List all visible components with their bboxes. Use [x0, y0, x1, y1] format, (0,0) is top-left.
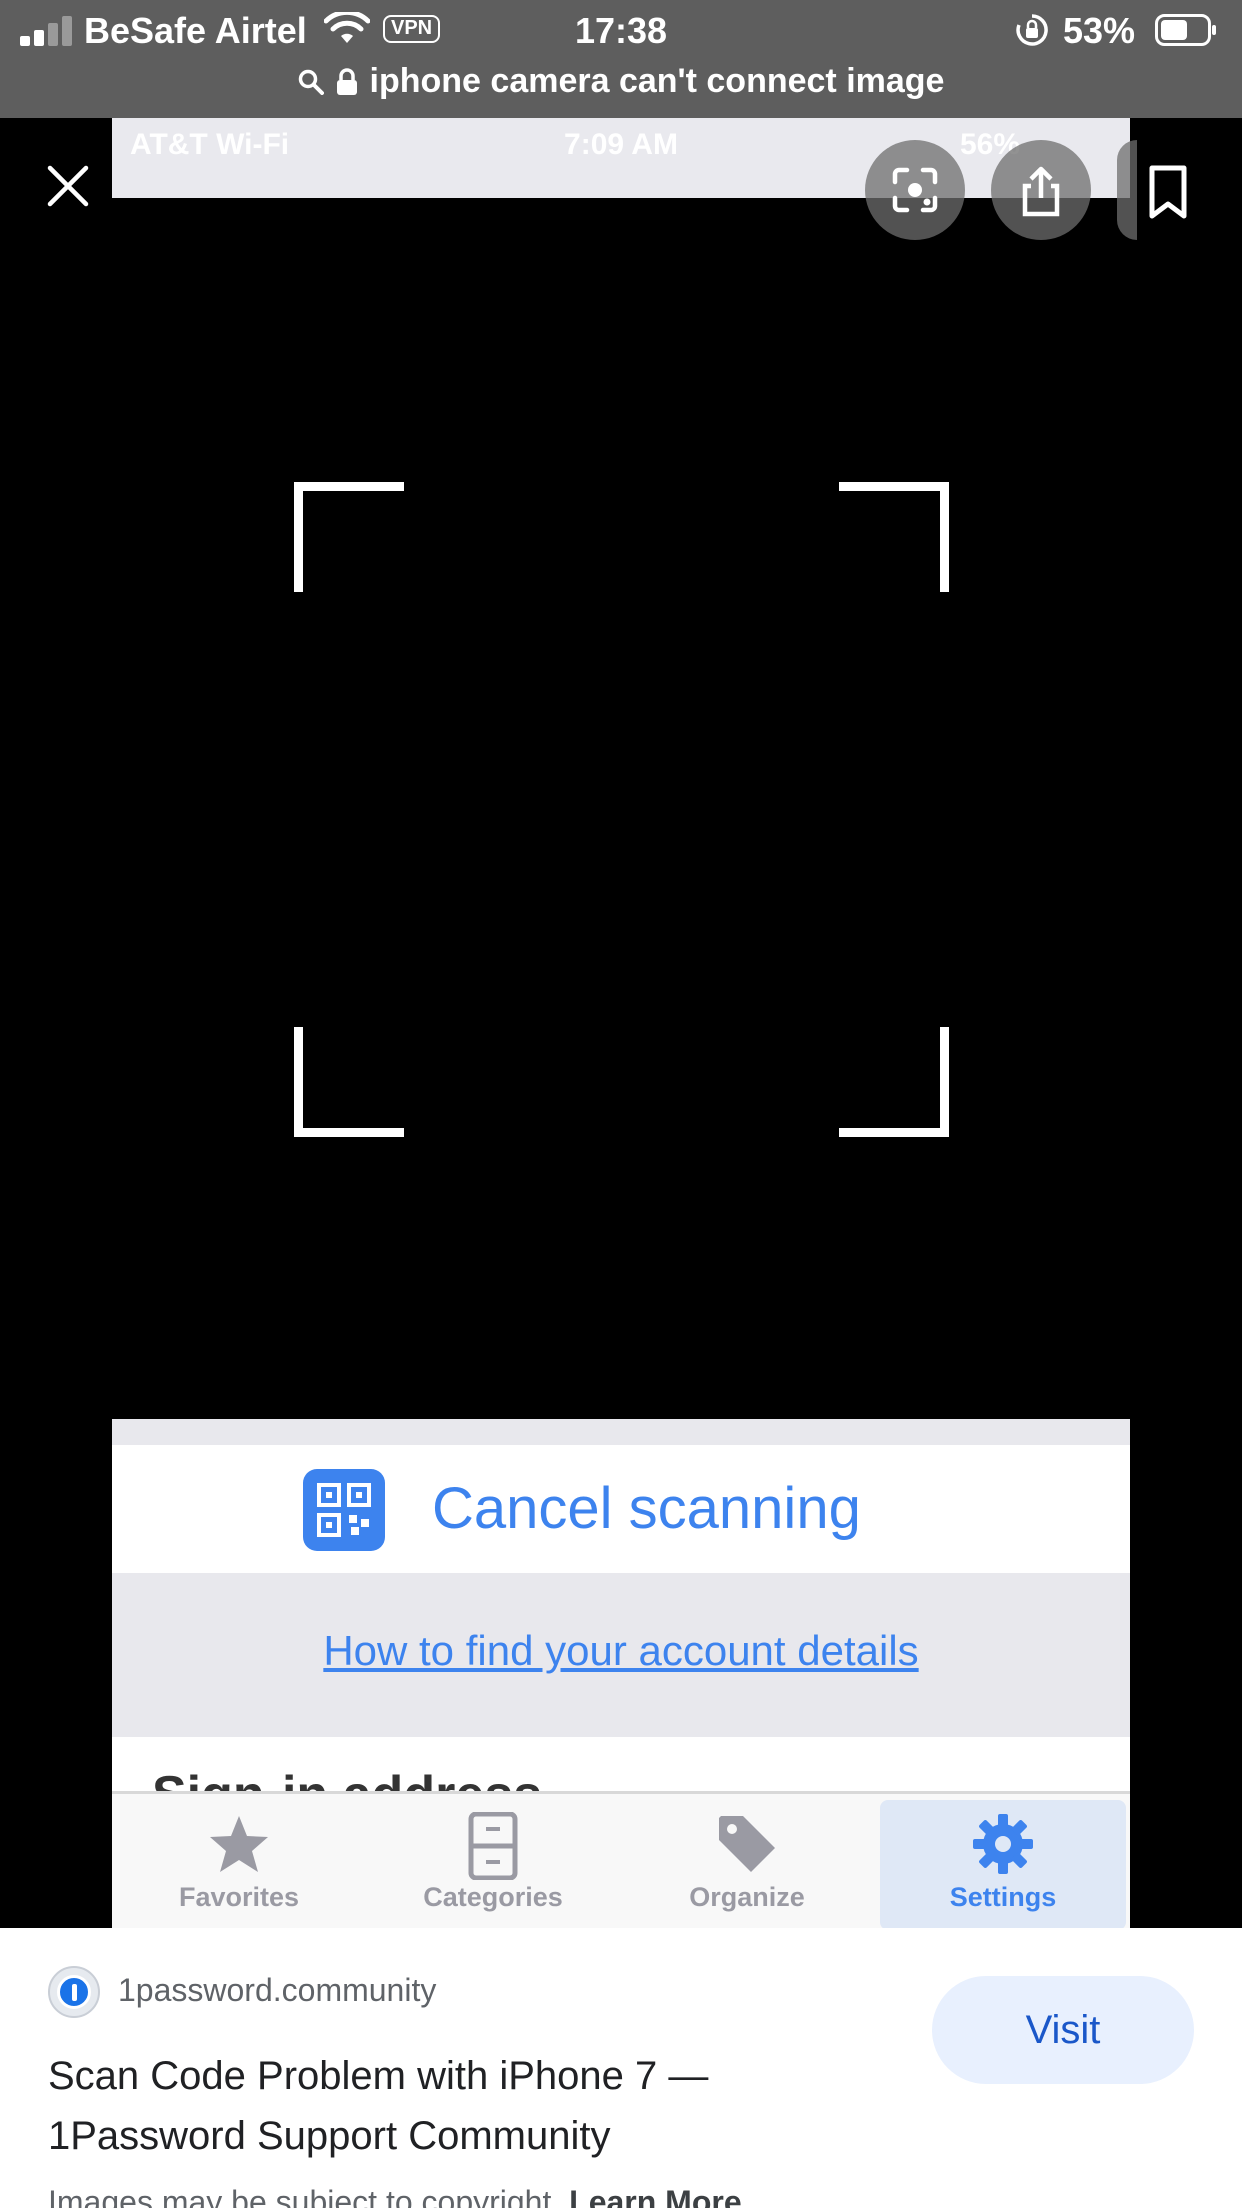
- image-viewer: AT&T Wi-Fi 7:09 AM 56% Cancel scanning H…: [0, 118, 1242, 1928]
- screenshot-panel: Cancel scanning How to find your account…: [112, 1419, 1130, 1928]
- scan-frame-corner: [294, 1027, 404, 1137]
- tag-icon: [719, 1816, 775, 1872]
- clock: 17:38: [574, 10, 668, 51]
- close-icon[interactable]: [44, 162, 92, 210]
- visit-button[interactable]: Visit: [932, 1976, 1194, 2084]
- cabinet-icon: [468, 1812, 518, 1880]
- learn-more-link[interactable]: Learn More: [569, 2184, 741, 2208]
- tab-favorites: Favorites: [116, 1794, 362, 1924]
- tab-label: Settings: [949, 1882, 1057, 1912]
- site-favicon: [48, 1966, 100, 2018]
- status-bar: BeSafe Airtel VPN 17:38 53%: [0, 0, 1242, 60]
- cancel-scanning-label: Cancel scanning: [432, 1476, 861, 1541]
- share-icon: [1022, 166, 1060, 217]
- account-details-link: How to find your account details: [323, 1627, 919, 1674]
- orientation-lock-icon: [1016, 14, 1048, 46]
- copyright-notice: Images may be subject to copyright. Lear…: [48, 2184, 742, 2208]
- signin-address-row: Sign-in address: [112, 1737, 1130, 1797]
- battery-icon: [1155, 14, 1216, 46]
- tab-settings: Settings: [880, 1800, 1126, 1928]
- lock-icon: [336, 67, 357, 95]
- tab-organize: Organize: [624, 1794, 870, 1924]
- lens-icon: [892, 167, 938, 213]
- search-icon: [298, 69, 324, 95]
- screenshot-status-bar: AT&T Wi-Fi 7:09 AM 56%: [112, 118, 1130, 198]
- url-bar[interactable]: iphone camera can't connect image: [0, 60, 1242, 118]
- cancel-scanning-row: Cancel scanning: [112, 1445, 1130, 1573]
- search-query: iphone camera can't connect image: [369, 62, 945, 100]
- tab-label: Categories: [423, 1882, 563, 1912]
- scan-frame-corner: [839, 482, 949, 592]
- tab-label: Organize: [689, 1882, 805, 1912]
- star-icon: [210, 1816, 268, 1872]
- copyright-text: Images may be subject to copyright.: [48, 2184, 561, 2208]
- bookmark-icon[interactable]: [1146, 164, 1190, 220]
- tab-categories: Categories: [370, 1794, 616, 1924]
- battery-percentage: 53%: [1063, 10, 1136, 51]
- scan-frame-corner: [294, 482, 404, 592]
- qr-code-icon: [303, 1469, 385, 1551]
- tab-label: Favorites: [178, 1882, 300, 1912]
- page-title[interactable]: Scan Code Problem with iPhone 7 — 1Passw…: [48, 2046, 868, 2166]
- scan-frame-corner: [839, 1027, 949, 1137]
- share-button[interactable]: [991, 140, 1091, 240]
- screenshot-tab-bar: Favorites Categories Organize Settings: [112, 1791, 1130, 1928]
- lens-button[interactable]: [865, 140, 965, 240]
- result-sheet: 1password.community Scan Code Problem wi…: [0, 1928, 1242, 2208]
- gear-icon: [973, 1814, 1033, 1874]
- more-actions-button[interactable]: [1117, 140, 1137, 240]
- site-name[interactable]: 1password.community: [118, 1972, 436, 2009]
